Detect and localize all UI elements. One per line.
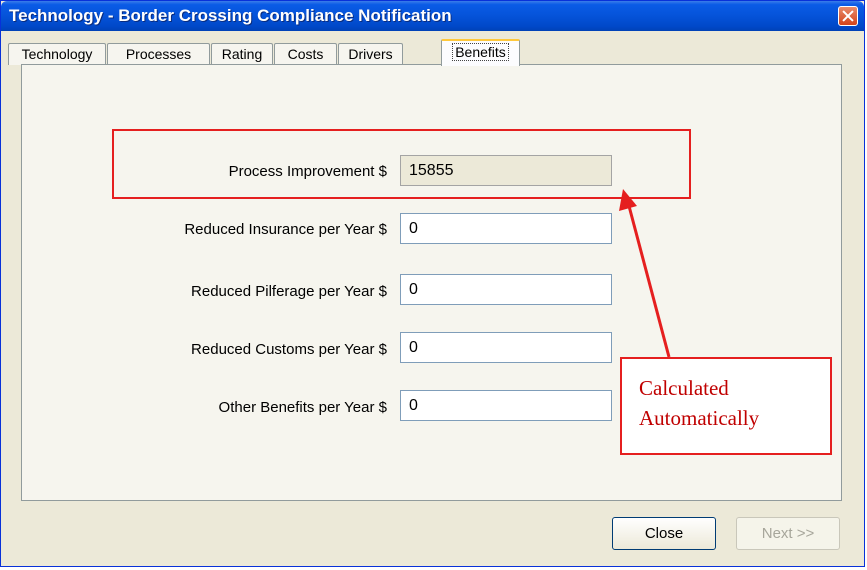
callout-line-2: Automatically (639, 406, 760, 430)
callout-line-1: Calculated (639, 376, 729, 400)
dialog-window: Technology - Border Crossing Compliance … (0, 0, 865, 567)
annotation-arrow (619, 189, 671, 358)
tab-benefits[interactable]: Benefits (441, 39, 520, 66)
close-button[interactable]: Close (612, 517, 716, 550)
tab-benefits-label: Benefits (452, 43, 509, 61)
annotation-callout: Calculated Automatically (620, 357, 832, 455)
next-button[interactable]: Next >> (736, 517, 840, 550)
